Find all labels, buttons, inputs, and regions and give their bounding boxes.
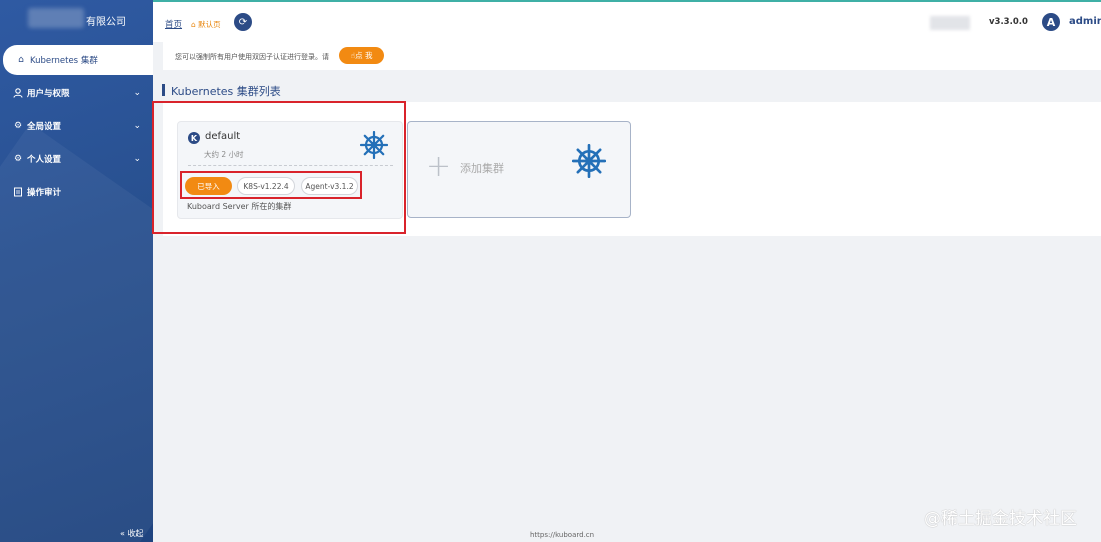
brand-company-name: 有限公司 (86, 17, 126, 28)
page-title: Kubernetes 集群列表 (171, 85, 281, 98)
blurred-info (930, 16, 970, 30)
avatar[interactable]: A (1042, 13, 1060, 31)
breadcrumb-current-label: 默认页 (198, 20, 221, 29)
top-header: 首页 ⌂ 默认页 ⟳ v3.3.0.0 A admin (153, 0, 1101, 42)
sidebar-item-label: 用户与权限 (27, 89, 70, 99)
sidebar-item-label: 个人设置 (27, 155, 62, 165)
gear-icon: ⚙ (13, 154, 23, 164)
footer-url[interactable]: https://kuboard.cn (530, 531, 594, 539)
home-icon: ⌂ (191, 20, 196, 29)
notice-text: 您可以强制所有用户使用双因子认证进行登录。请 (175, 53, 329, 61)
sidebar-item-audit[interactable]: 操作审计 (0, 177, 153, 207)
collapse-sidebar-button[interactable]: « 收起 (120, 528, 143, 539)
user-icon (12, 88, 24, 98)
sidebar-item-label: Kubernetes 集群 (30, 56, 98, 66)
version-label: v3.3.0.0 (989, 17, 1028, 27)
sidebar-item-kubernetes-clusters[interactable]: ⌂ Kubernetes 集群 (3, 45, 153, 75)
add-cluster-button[interactable]: + 添加集群 (407, 121, 631, 218)
sidebar-item-label: 全局设置 (27, 122, 62, 132)
chevron-down-icon: ⌄ (133, 121, 141, 131)
watermark: @稀土掘金技术社区 (924, 509, 1077, 529)
sidebar-item-users-permissions[interactable]: 用户与权限 ⌄ (0, 78, 153, 108)
notice-action-label: 点 我 (355, 51, 373, 60)
helm-icon (572, 144, 606, 178)
sidebar-item-global-settings[interactable]: ⚙ 全局设置 ⌄ (0, 111, 153, 141)
gear-icon: ⚙ (13, 121, 23, 131)
sidebar-item-personal-settings[interactable]: ⚙ 个人设置 ⌄ (0, 144, 153, 174)
username[interactable]: admin (1069, 16, 1101, 27)
refresh-icon[interactable]: ⟳ (234, 13, 252, 31)
brand-logo: 有限公司 (28, 6, 148, 30)
highlight-box-tags (180, 171, 362, 199)
notice-bar: 您可以强制所有用户使用双因子认证进行登录。请 ☝ 点 我 (163, 42, 1101, 70)
chevron-down-icon: ⌄ (133, 88, 141, 98)
audit-icon (12, 187, 24, 197)
home-icon: ⌂ (18, 55, 24, 65)
section-title-bar (162, 84, 165, 96)
chevron-down-icon: ⌄ (133, 154, 141, 164)
breadcrumb-home[interactable]: 首页 (165, 18, 182, 30)
add-cluster-label: 添加集群 (460, 162, 504, 175)
notice-action-button[interactable]: ☝ 点 我 (339, 47, 384, 64)
sidebar-item-label: 操作审计 (27, 188, 62, 198)
blurred-logo (28, 8, 84, 28)
highlight-box-cluster (152, 101, 406, 234)
sidebar: 有限公司 ⌂ Kubernetes 集群 用户与权限 ⌄ ⚙ 全局设置 ⌄ ⚙ … (0, 0, 153, 542)
breadcrumb-current: ⌂ 默认页 (191, 19, 221, 30)
plus-icon: + (426, 149, 452, 184)
